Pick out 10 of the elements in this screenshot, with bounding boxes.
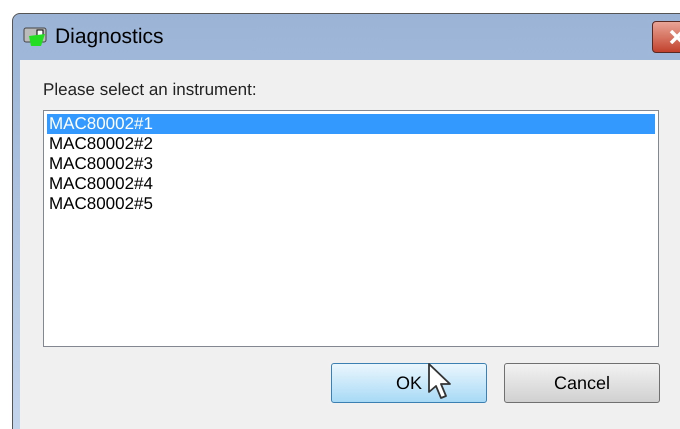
instrument-item[interactable]: MAC80002#2	[47, 134, 655, 154]
dialog-button[interactable]: Cancel	[504, 363, 660, 403]
window-title: Diagnostics	[55, 24, 164, 50]
dialog-button[interactable]: OK	[331, 363, 487, 403]
cursor-icon	[427, 362, 453, 402]
instrument-item[interactable]: MAC80002#4	[47, 174, 655, 194]
app-icon	[23, 26, 49, 48]
instrument-item[interactable]: MAC80002#3	[47, 154, 655, 174]
prompt-label: Please select an instrument:	[43, 80, 258, 100]
instrument-item[interactable]: MAC80002#5	[47, 194, 655, 214]
